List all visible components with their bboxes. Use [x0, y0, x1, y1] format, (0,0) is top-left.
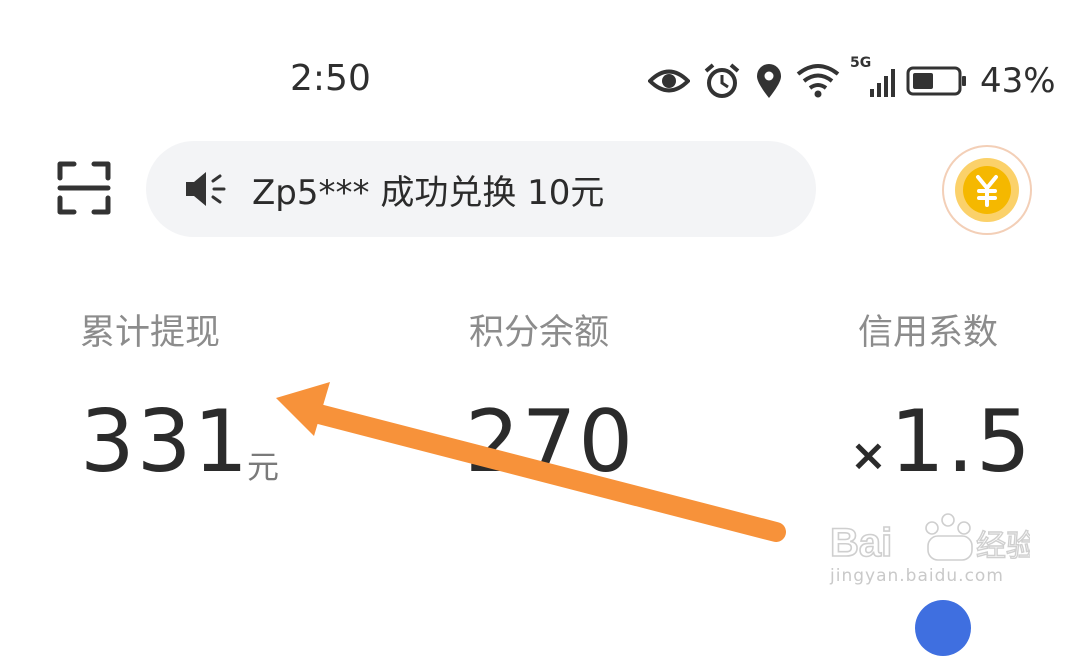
scan-icon — [57, 161, 111, 215]
yuan-coin-icon — [955, 158, 1019, 222]
points-balance-value[interactable]: 270 — [465, 392, 635, 492]
signal-icon: 5G — [850, 55, 900, 101]
ticker-message: Zp5*** 成功兑换 10元 — [252, 172, 605, 213]
credit-factor-value[interactable]: 1.5 — [890, 392, 1033, 492]
credit-factor-label: 信用系数 — [858, 313, 999, 353]
status-time: 2:50 — [290, 58, 371, 99]
withdrawn-total-label: 累计提现 — [80, 313, 221, 353]
svg-text:经验: 经验 — [976, 529, 1030, 564]
scan-button[interactable] — [56, 160, 112, 216]
announcement-ticker[interactable]: Zp5*** 成功兑换 10元 — [146, 141, 816, 237]
watermark-url: jingyan.baidu.com — [830, 566, 1004, 586]
withdrawn-total-unit: 元 — [247, 448, 280, 486]
svg-text:Bai: Bai — [830, 521, 892, 565]
battery-percent: 43% — [980, 61, 1056, 101]
eye-icon — [648, 69, 690, 93]
location-icon — [757, 64, 781, 98]
wifi-icon — [796, 64, 840, 98]
status-icons: 5G 43% — [648, 55, 1056, 104]
alarm-icon — [704, 63, 740, 98]
partial-blue-icon[interactable] — [915, 600, 971, 656]
credit-factor-prefix: × — [850, 430, 887, 481]
battery-icon — [906, 66, 966, 96]
withdrawn-total-value[interactable]: 331 — [80, 392, 250, 492]
speaker-icon — [186, 172, 226, 206]
coin-button[interactable] — [942, 145, 1032, 235]
points-balance-label: 积分余额 — [469, 313, 610, 353]
